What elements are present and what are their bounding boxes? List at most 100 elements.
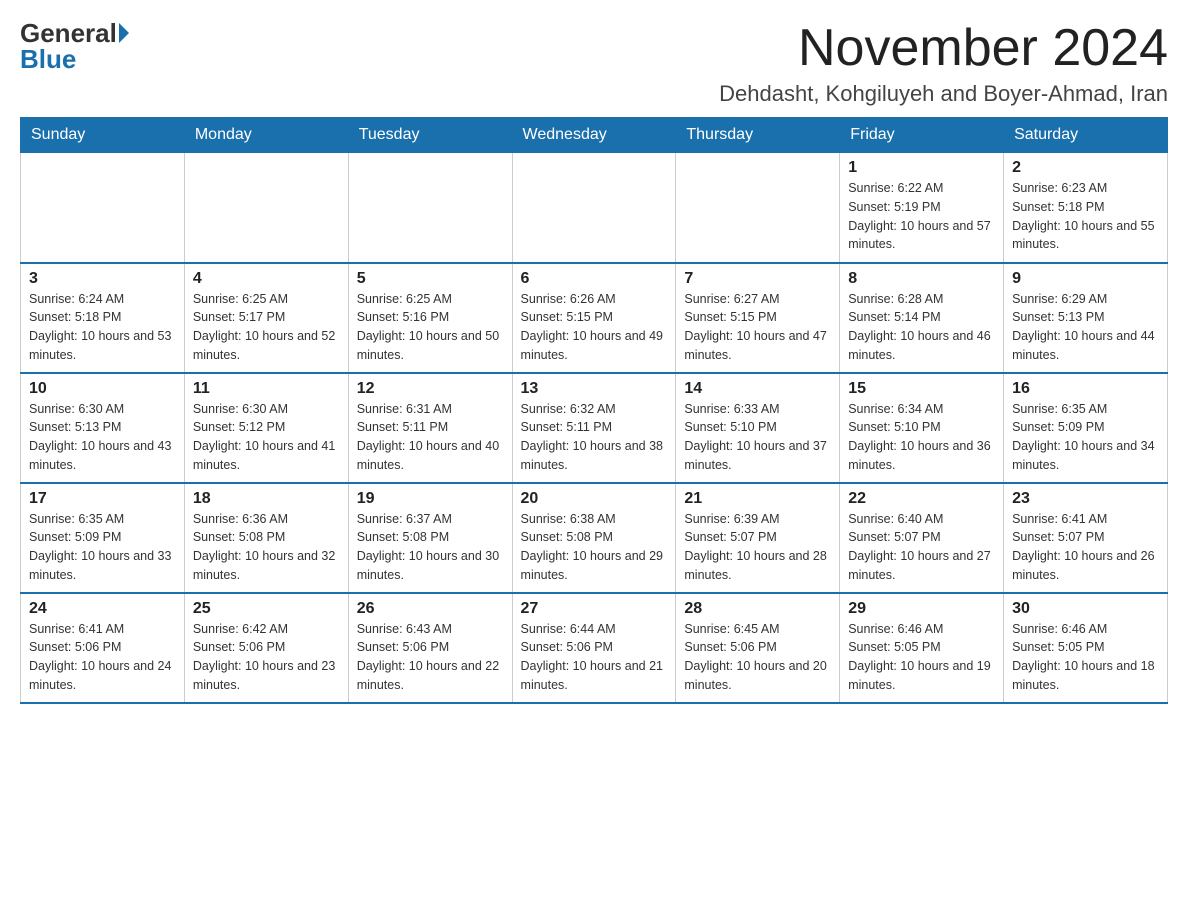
calendar-cell: 27 Sunrise: 6:44 AMSunset: 5:06 PMDayligh… [512, 593, 676, 703]
day-info: Sunrise: 6:40 AMSunset: 5:07 PMDaylight:… [848, 510, 995, 585]
day-info: Sunrise: 6:32 AMSunset: 5:11 PMDaylight:… [521, 400, 668, 475]
calendar-cell: 21 Sunrise: 6:39 AMSunset: 5:07 PMDayligh… [676, 483, 840, 593]
day-number: 3 [29, 270, 176, 288]
calendar-cell: 29 Sunrise: 6:46 AMSunset: 5:05 PMDayligh… [840, 593, 1004, 703]
day-info: Sunrise: 6:45 AMSunset: 5:06 PMDaylight:… [684, 620, 831, 695]
month-title: November 2024 [719, 20, 1168, 77]
day-info: Sunrise: 6:35 AMSunset: 5:09 PMDaylight:… [1012, 400, 1159, 475]
header-day-thursday: Thursday [676, 118, 840, 153]
day-number: 9 [1012, 270, 1159, 288]
calendar-cell [348, 153, 512, 263]
calendar-cell: 28 Sunrise: 6:45 AMSunset: 5:06 PMDayligh… [676, 593, 840, 703]
logo-blue-text: Blue [20, 46, 76, 72]
calendar-week-row: 24Sunrise: 6:41 AMSunset: 5:06 PMDayligh… [21, 593, 1168, 703]
header-day-wednesday: Wednesday [512, 118, 676, 153]
calendar-cell: 19Sunrise: 6:37 AMSunset: 5:08 PMDayligh… [348, 483, 512, 593]
day-number: 6 [521, 270, 668, 288]
day-number: 18 [193, 490, 340, 508]
calendar-cell: 6 Sunrise: 6:26 AMSunset: 5:15 PMDaylight… [512, 263, 676, 373]
calendar-cell: 9Sunrise: 6:29 AMSunset: 5:13 PMDaylight… [1004, 263, 1168, 373]
day-info: Sunrise: 6:34 AMSunset: 5:10 PMDaylight:… [848, 400, 995, 475]
calendar-cell [676, 153, 840, 263]
day-info: Sunrise: 6:35 AMSunset: 5:09 PMDaylight:… [29, 510, 176, 585]
header-day-sunday: Sunday [21, 118, 185, 153]
day-info: Sunrise: 6:41 AMSunset: 5:07 PMDaylight:… [1012, 510, 1159, 585]
header-day-saturday: Saturday [1004, 118, 1168, 153]
calendar-cell: 16 Sunrise: 6:35 AMSunset: 5:09 PMDayligh… [1004, 373, 1168, 483]
calendar-cell: 12 Sunrise: 6:31 AMSunset: 5:11 PMDayligh… [348, 373, 512, 483]
calendar-table: SundayMondayTuesdayWednesdayThursdayFrid… [20, 117, 1168, 704]
logo-triangle-icon [119, 23, 129, 43]
day-number: 20 [521, 490, 668, 508]
header-day-monday: Monday [184, 118, 348, 153]
day-number: 12 [357, 380, 504, 398]
day-info: Sunrise: 6:43 AMSunset: 5:06 PMDaylight:… [357, 620, 504, 695]
day-number: 8 [848, 270, 995, 288]
day-number: 19 [357, 490, 504, 508]
logo: General Blue [20, 20, 129, 72]
day-info: Sunrise: 6:46 AMSunset: 5:05 PMDaylight:… [848, 620, 995, 695]
header: General Blue November 2024 Dehdasht, Koh… [20, 20, 1168, 107]
calendar-cell: 30 Sunrise: 6:46 AMSunset: 5:05 PMDayligh… [1004, 593, 1168, 703]
calendar-cell: 22 Sunrise: 6:40 AMSunset: 5:07 PMDayligh… [840, 483, 1004, 593]
calendar-cell: 26Sunrise: 6:43 AMSunset: 5:06 PMDayligh… [348, 593, 512, 703]
day-number: 10 [29, 380, 176, 398]
day-number: 30 [1012, 600, 1159, 618]
day-info: Sunrise: 6:25 AMSunset: 5:16 PMDaylight:… [357, 290, 504, 365]
day-number: 17 [29, 490, 176, 508]
calendar-cell: 20 Sunrise: 6:38 AMSunset: 5:08 PMDayligh… [512, 483, 676, 593]
header-day-friday: Friday [840, 118, 1004, 153]
calendar-week-row: 3Sunrise: 6:24 AMSunset: 5:18 PMDaylight… [21, 263, 1168, 373]
calendar-cell: 8 Sunrise: 6:28 AMSunset: 5:14 PMDaylight… [840, 263, 1004, 373]
day-number: 4 [193, 270, 340, 288]
calendar-cell: 24Sunrise: 6:41 AMSunset: 5:06 PMDayligh… [21, 593, 185, 703]
day-info: Sunrise: 6:25 AMSunset: 5:17 PMDaylight:… [193, 290, 340, 365]
day-number: 16 [1012, 380, 1159, 398]
day-info: Sunrise: 6:44 AMSunset: 5:06 PMDaylight:… [521, 620, 668, 695]
calendar-cell: 15Sunrise: 6:34 AMSunset: 5:10 PMDayligh… [840, 373, 1004, 483]
calendar-cell: 4 Sunrise: 6:25 AMSunset: 5:17 PMDaylight… [184, 263, 348, 373]
calendar-cell: 17 Sunrise: 6:35 AMSunset: 5:09 PMDayligh… [21, 483, 185, 593]
day-info: Sunrise: 6:46 AMSunset: 5:05 PMDaylight:… [1012, 620, 1159, 695]
day-number: 21 [684, 490, 831, 508]
day-number: 29 [848, 600, 995, 618]
calendar-cell: 25 Sunrise: 6:42 AMSunset: 5:06 PMDayligh… [184, 593, 348, 703]
day-number: 25 [193, 600, 340, 618]
day-number: 28 [684, 600, 831, 618]
day-info: Sunrise: 6:38 AMSunset: 5:08 PMDaylight:… [521, 510, 668, 585]
day-number: 13 [521, 380, 668, 398]
day-info: Sunrise: 6:30 AMSunset: 5:13 PMDaylight:… [29, 400, 176, 475]
calendar-cell [21, 153, 185, 263]
day-number: 5 [357, 270, 504, 288]
calendar-week-row: 10 Sunrise: 6:30 AMSunset: 5:13 PMDayligh… [21, 373, 1168, 483]
calendar-week-row: 1 Sunrise: 6:22 AMSunset: 5:19 PMDaylight… [21, 153, 1168, 263]
calendar-cell: 23 Sunrise: 6:41 AMSunset: 5:07 PMDayligh… [1004, 483, 1168, 593]
location-subtitle: Dehdasht, Kohgiluyeh and Boyer-Ahmad, Ir… [719, 81, 1168, 107]
calendar-cell [512, 153, 676, 263]
day-info: Sunrise: 6:22 AMSunset: 5:19 PMDaylight:… [848, 179, 995, 254]
header-day-tuesday: Tuesday [348, 118, 512, 153]
calendar-cell [184, 153, 348, 263]
day-number: 11 [193, 380, 340, 398]
day-number: 2 [1012, 159, 1159, 177]
day-info: Sunrise: 6:23 AMSunset: 5:18 PMDaylight:… [1012, 179, 1159, 254]
day-number: 22 [848, 490, 995, 508]
day-info: Sunrise: 6:28 AMSunset: 5:14 PMDaylight:… [848, 290, 995, 365]
day-info: Sunrise: 6:39 AMSunset: 5:07 PMDaylight:… [684, 510, 831, 585]
day-info: Sunrise: 6:31 AMSunset: 5:11 PMDaylight:… [357, 400, 504, 475]
day-info: Sunrise: 6:42 AMSunset: 5:06 PMDaylight:… [193, 620, 340, 695]
day-info: Sunrise: 6:26 AMSunset: 5:15 PMDaylight:… [521, 290, 668, 365]
calendar-week-row: 17 Sunrise: 6:35 AMSunset: 5:09 PMDayligh… [21, 483, 1168, 593]
day-info: Sunrise: 6:33 AMSunset: 5:10 PMDaylight:… [684, 400, 831, 475]
calendar-cell: 18Sunrise: 6:36 AMSunset: 5:08 PMDayligh… [184, 483, 348, 593]
calendar-header-row: SundayMondayTuesdayWednesdayThursdayFrid… [21, 118, 1168, 153]
calendar-cell: 2 Sunrise: 6:23 AMSunset: 5:18 PMDaylight… [1004, 153, 1168, 263]
day-number: 1 [848, 159, 995, 177]
calendar-cell: 11 Sunrise: 6:30 AMSunset: 5:12 PMDayligh… [184, 373, 348, 483]
calendar-cell: 5 Sunrise: 6:25 AMSunset: 5:16 PMDaylight… [348, 263, 512, 373]
day-number: 27 [521, 600, 668, 618]
day-info: Sunrise: 6:30 AMSunset: 5:12 PMDaylight:… [193, 400, 340, 475]
day-number: 23 [1012, 490, 1159, 508]
calendar-cell: 3Sunrise: 6:24 AMSunset: 5:18 PMDaylight… [21, 263, 185, 373]
day-info: Sunrise: 6:41 AMSunset: 5:06 PMDaylight:… [29, 620, 176, 695]
